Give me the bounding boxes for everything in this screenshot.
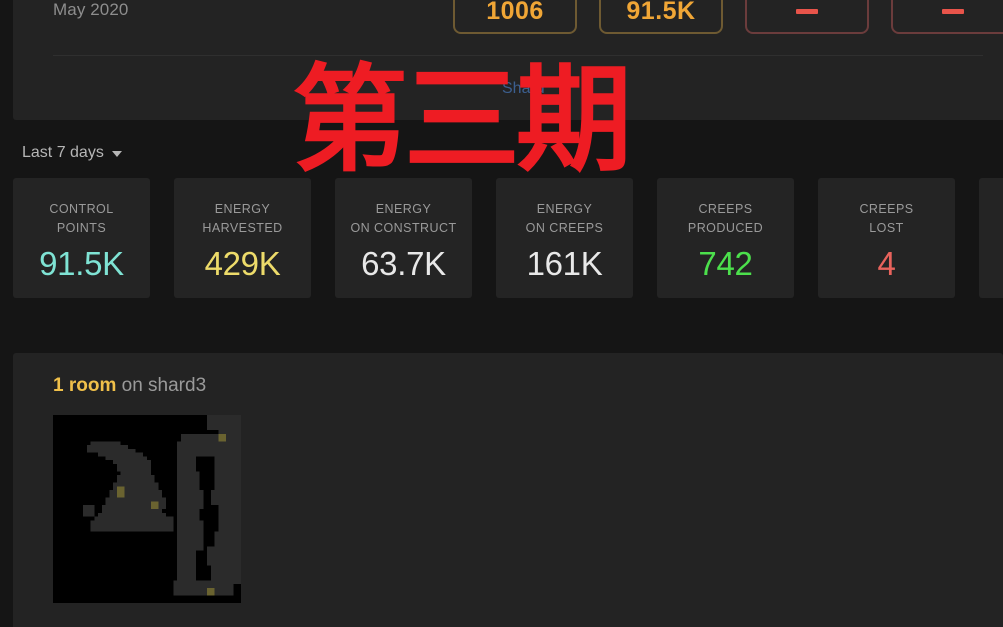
stat-card-row: CONTROL POINTS 91.5K ENERGY HARVESTED 42… <box>13 178 1003 298</box>
stat-card-energy-on-creeps: ENERGY ON CREEPS 161K <box>496 178 633 298</box>
stat-value: 161K <box>526 245 603 282</box>
stat-value: 742 <box>698 245 753 282</box>
period-selector[interactable]: Last 7 days <box>22 144 122 162</box>
stat-card-overflow <box>979 178 1003 298</box>
stat-title: CREEPS LOST <box>859 200 913 238</box>
room-minimap-thumbnail[interactable] <box>53 415 241 603</box>
stat-title-line2: LOST <box>869 221 904 235</box>
stat-card-control-points: CONTROL POINTS 91.5K <box>13 178 150 298</box>
dash-icon <box>942 8 964 14</box>
stat-title-line2: POINTS <box>56 221 107 235</box>
stat-title: CONTROL POINTS <box>49 200 113 238</box>
overlay-watermark-text: 第三期 <box>292 53 632 188</box>
stat-value: 429K <box>204 245 281 282</box>
score-badge[interactable]: 91.5K <box>599 0 723 34</box>
stat-title-line2: ON CREEPS <box>525 221 604 235</box>
stat-title-line1: ENERGY <box>375 202 432 216</box>
stat-title-line2: ON CONSTRUCT <box>350 221 457 235</box>
stat-title-line2: PRODUCED <box>687 221 764 235</box>
rank-badge[interactable]: 1006 <box>453 0 577 34</box>
room-minimap-svg <box>53 415 241 603</box>
stat-card-creeps-lost: CREEPS LOST 4 <box>818 178 955 298</box>
stat-title-line1: ENERGY <box>536 202 593 216</box>
stat-title-line1: ENERGY <box>214 202 271 216</box>
stat-title-line1: CREEPS <box>859 202 914 216</box>
stat-value: 91.5K <box>39 245 124 282</box>
empty-badge-2[interactable] <box>891 0 1003 34</box>
summary-date: May 2020 <box>53 0 129 19</box>
stat-card-creeps-produced: CREEPS PRODUCED 742 <box>657 178 794 298</box>
stat-title-line1: CONTROL <box>49 202 114 216</box>
badge-row: 1006 91.5K <box>453 0 1003 34</box>
rank-badge-value: 1006 <box>486 0 544 25</box>
stat-value: 4 <box>877 245 896 282</box>
rooms-count: 1 room <box>53 375 117 396</box>
period-selector-label: Last 7 days <box>22 144 104 161</box>
score-badge-value: 91.5K <box>626 0 696 25</box>
stat-title: ENERGY ON CONSTRUCT <box>350 200 456 238</box>
stat-title-line2: HARVESTED <box>202 221 283 235</box>
stats-page: May 2020 1006 91.5K Shard Last 7 days CO… <box>0 0 1003 627</box>
chevron-down-icon <box>111 151 122 157</box>
stat-title-line1: CREEPS <box>698 202 753 216</box>
rooms-panel: 1 room on shard3 <box>13 353 1003 627</box>
rooms-heading: 1 room on shard3 <box>53 375 206 397</box>
stat-card-energy-harvested: ENERGY HARVESTED 429K <box>174 178 311 298</box>
stat-title: ENERGY HARVESTED <box>202 200 282 238</box>
dash-icon <box>796 8 818 14</box>
stat-title: CREEPS PRODUCED <box>688 200 763 238</box>
rooms-shard: on shard3 <box>116 375 207 396</box>
stat-card-energy-on-construct: ENERGY ON CONSTRUCT 63.7K <box>335 178 472 298</box>
stat-value: 63.7K <box>361 245 446 282</box>
empty-badge-1[interactable] <box>745 0 869 34</box>
stat-title: ENERGY ON CREEPS <box>526 200 604 238</box>
